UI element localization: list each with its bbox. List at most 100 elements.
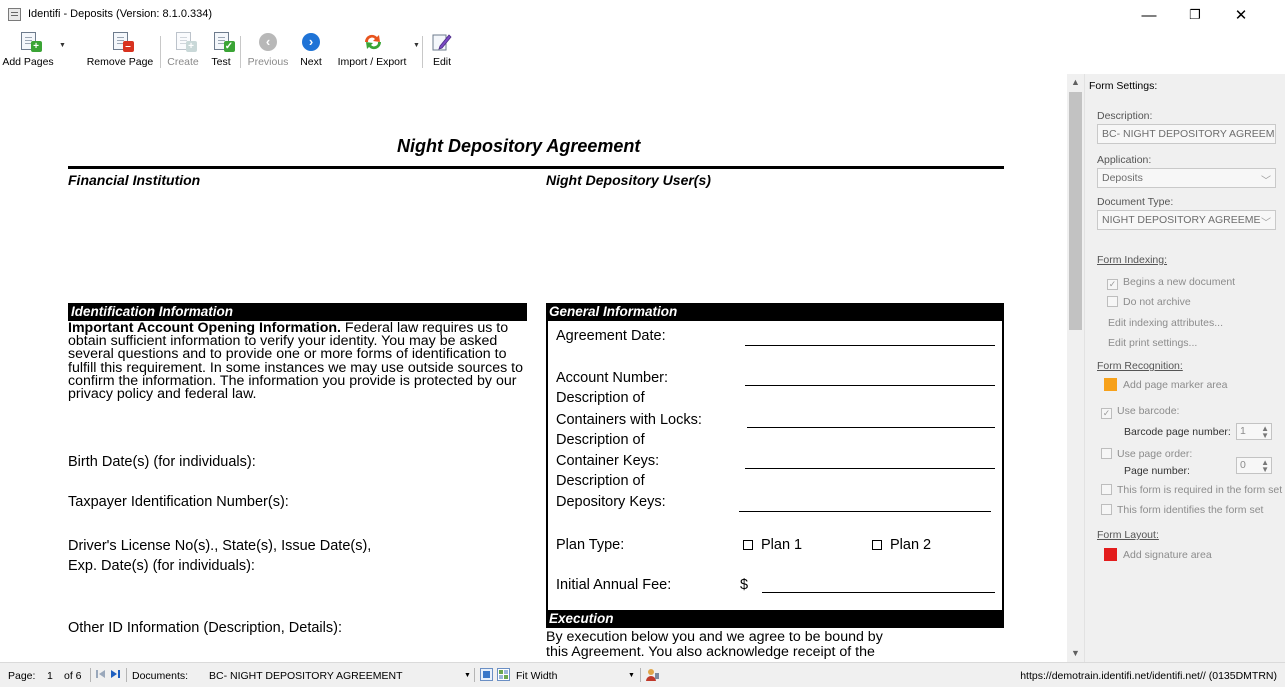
depository-keys-line [739,511,991,512]
create-icon: + [175,32,197,52]
identifies-set-checkbox[interactable]: This form identifies the form set [1101,504,1263,516]
plan-1-option: Plan 1 [743,537,802,553]
plan-2-option: Plan 2 [872,537,931,553]
container-keys-label: Container Keys: [556,453,660,469]
status-bar: Page: 1 of 6 Documents: BC- NIGHT DEPOSI… [0,662,1285,687]
spinner-arrows-icon[interactable]: ▲ ▼ [1261,425,1269,440]
title-bar: Identifi - Deposits (Version: 8.1.0.334)… [0,0,1285,30]
last-page-icon[interactable] [109,668,121,680]
test-button[interactable]: ✓ Test [204,30,238,72]
import-export-button[interactable]: Import / Export [330,30,414,72]
initial-fee-line [762,592,995,593]
barcode-page-number-spinner[interactable]: 1 ▲ ▼ [1236,423,1272,440]
agreement-date-line [745,345,995,346]
document-type-select[interactable]: NIGHT DEPOSITORY AGREEME ﹀ [1097,210,1276,230]
documents-select[interactable]: BC- NIGHT DEPOSITORY AGREEMENT [209,670,403,682]
barcode-page-number-label: Barcode page number: [1124,426,1231,438]
page-number-label: Page number: [1124,465,1190,477]
panel-title: Form Settings: [1089,80,1158,92]
test-icon: ✓ [213,32,235,52]
depository-user-label: Night Depository User(s) [546,172,711,188]
zoom-fit-icon[interactable] [480,668,493,681]
previous-arrow-icon: ‹ [259,33,277,51]
description-field[interactable]: BC- NIGHT DEPOSITORY AGREEME [1097,124,1276,144]
containers-locks-line [747,427,995,428]
documents-dropdown-icon[interactable]: ▼ [464,672,471,679]
plan-type-label: Plan Type: [556,537,625,553]
depository-keys-label: Depository Keys: [556,494,666,510]
document-title: Night Depository Agreement [397,136,641,156]
document-scrollbar[interactable]: ▲ ▼ [1067,74,1084,662]
next-arrow-icon: › [302,33,320,51]
zoom-select[interactable]: Fit Width [516,670,557,682]
containers-locks-label: Containers with Locks: [556,412,702,428]
remove-page-icon: – [112,32,134,52]
restore-button[interactable]: ❐ [1172,0,1218,30]
import-export-dropdown-icon[interactable]: ▼ [413,42,420,49]
checkmark-icon: ✓ [1101,408,1112,419]
account-number-label: Account Number: [556,370,669,386]
add-page-icon: + [20,32,42,52]
page-count: of 6 [64,670,82,682]
form-indexing-heading: Form Indexing: [1097,254,1168,266]
drivers-license-label: Driver's License No(s)., State(s), Issue… [68,538,372,554]
spinner-arrows-icon[interactable]: ▲ ▼ [1261,459,1269,474]
description-label: Description: [1097,110,1153,122]
import-export-icon [362,32,382,52]
begins-new-document-checkbox[interactable]: ✓ Begins a new document [1107,276,1235,290]
document-type-label: Document Type: [1097,196,1174,208]
birth-date-label: Birth Date(s) (for individuals): [68,454,256,470]
scroll-down-icon[interactable]: ▼ [1067,645,1084,662]
create-button[interactable]: + Create [164,30,202,72]
page-number[interactable]: 1 [47,670,53,682]
container-keys-line [745,468,995,469]
user-icon[interactable] [646,668,659,681]
edit-print-link[interactable]: Edit print settings... [1108,337,1197,349]
use-page-order-checkbox[interactable]: Use page order: [1101,448,1192,460]
form-recognition-heading: Form Recognition: [1097,360,1183,372]
checkbox-icon [743,540,753,550]
signature-color-icon [1104,548,1117,561]
minimize-button[interactable]: — [1126,0,1172,30]
previous-button[interactable]: ‹ Previous [243,30,293,72]
form-layout-heading: Form Layout: [1097,529,1159,541]
app-icon [8,8,21,21]
zoom-dropdown-icon[interactable]: ▼ [628,672,635,679]
remove-page-button[interactable]: – Remove Page [80,30,160,72]
next-button[interactable]: › Next [295,30,327,72]
application-label: Application: [1097,154,1152,166]
add-pages-dropdown-icon[interactable]: ▼ [59,42,66,49]
zoom-width-icon[interactable] [497,668,510,681]
description-of-label: Description of [556,390,645,406]
close-button[interactable]: ✕ [1218,0,1264,30]
identification-paragraph: Important Account Opening Information. F… [68,320,538,403]
financial-institution-label: Financial Institution [68,172,201,188]
add-signature-area-button[interactable]: Add signature area [1104,548,1212,561]
scroll-up-icon[interactable]: ▲ [1067,74,1084,91]
add-pages-button[interactable]: + Add Pages [0,30,56,72]
required-in-set-checkbox[interactable]: This form is required in the form set [1101,484,1282,496]
add-page-marker-button[interactable]: Add page marker area [1104,378,1227,391]
document-viewer[interactable]: Night Depository Agreement Financial Ins… [10,74,1067,662]
toolbar: + Add Pages ▼ – Remove Page + Create ✓ T… [0,30,1285,72]
exp-date-label: Exp. Date(s) (for individuals): [68,558,255,574]
taxpayer-id-label: Taxpayer Identification Number(s): [68,494,289,510]
documents-label: Documents: [132,670,189,682]
window-title: Identifi - Deposits (Version: 8.1.0.334) [28,8,213,20]
paragraph-body: Federal law requires us to obtain suffic… [68,320,523,403]
edit-button[interactable]: Edit [426,30,458,72]
page-number-spinner[interactable]: 0 ▲ ▼ [1236,457,1272,474]
checkbox-icon [872,540,882,550]
description-of-label: Description of [556,473,645,489]
other-id-label: Other ID Information (Description, Detai… [68,620,342,636]
initial-fee-label: Initial Annual Fee: [556,577,672,593]
application-select[interactable]: Deposits ﹀ [1097,168,1276,188]
first-page-icon[interactable] [95,668,107,680]
edit-indexing-link[interactable]: Edit indexing attributes... [1108,317,1223,329]
scroll-thumb[interactable] [1069,92,1082,330]
toolbar-separator [422,36,423,68]
dollar-sign: $ [740,577,749,593]
use-barcode-checkbox[interactable]: ✓ Use barcode: [1101,405,1179,419]
do-not-archive-checkbox[interactable]: Do not archive [1107,296,1191,308]
account-number-line [745,385,995,386]
